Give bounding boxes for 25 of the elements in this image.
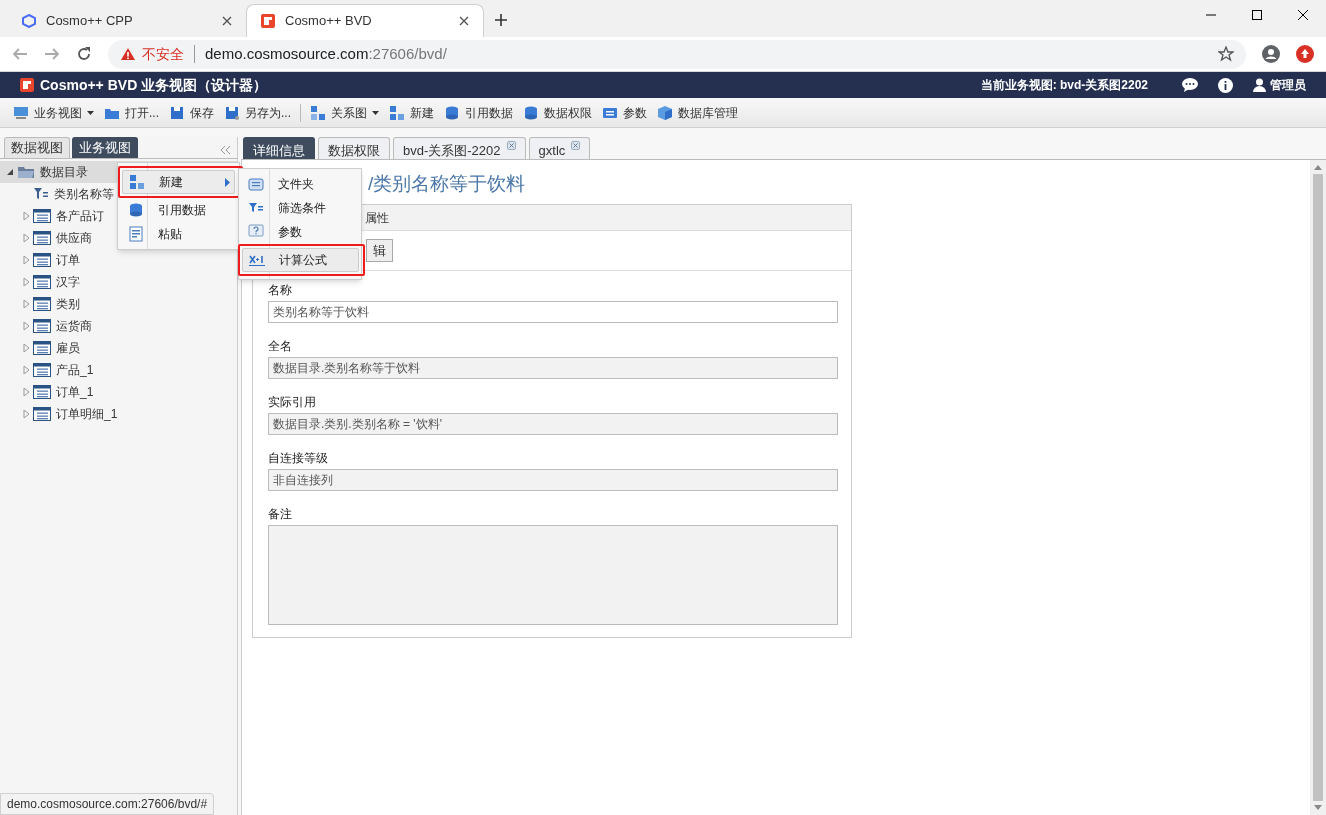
tree-label: 类别名称等 xyxy=(54,186,114,203)
tree-label: 供应商 xyxy=(56,230,92,247)
tree-label: 产品_1 xyxy=(56,362,94,379)
panel-header: 属性 xyxy=(365,209,389,227)
tree-label: 订单 xyxy=(56,252,80,269)
tree-label: 汉字 xyxy=(56,274,80,291)
tree-label: 数据目录 xyxy=(40,164,88,181)
tab-title: Cosmo++ BVD xyxy=(285,12,373,31)
field-label: 名称 xyxy=(268,282,293,299)
status-url: demo.cosmosource.com:27606/bvd/# xyxy=(0,793,215,815)
tab-title: Cosmo++ CPP xyxy=(46,11,134,30)
tree-label: 类别 xyxy=(56,296,80,313)
field-label: 自连接等级 xyxy=(268,450,329,467)
tree-label: 订单明细_1 xyxy=(56,406,118,423)
field-label: 全名 xyxy=(268,338,293,355)
tree-label: 订单_1 xyxy=(56,384,94,401)
detail-title: /类别名称等于饮料 xyxy=(368,172,526,196)
tree-label: 雇员 xyxy=(56,340,80,357)
current-view-label: 当前业务视图: bvd-关系图2202 xyxy=(980,77,1148,94)
field-label: 备注 xyxy=(268,506,293,523)
tree-label: 运货商 xyxy=(56,318,92,335)
tree-label: 各产品订 xyxy=(56,208,104,225)
security-warning: 不安全 xyxy=(142,44,184,64)
app-title: Cosmo++ BVD 业务视图（设计器） xyxy=(40,75,269,95)
field-label: 实际引用 xyxy=(268,394,317,411)
